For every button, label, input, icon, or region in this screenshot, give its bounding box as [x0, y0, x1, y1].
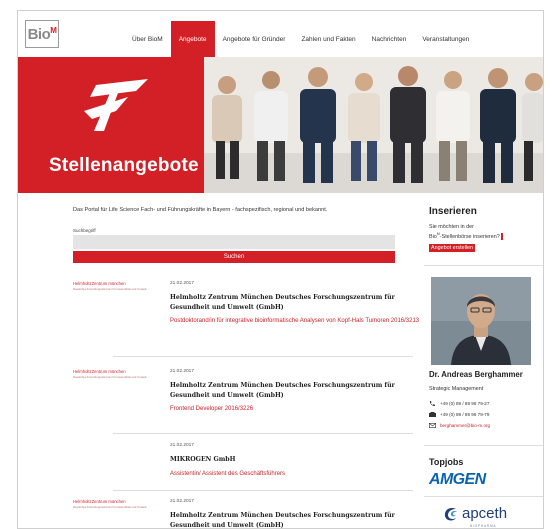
contact-email[interactable]: berghammer@bio-m.org [429, 423, 490, 429]
listing-divider [113, 490, 413, 491]
helmholtz-logo: HelmholtzZentrum münchen Deutsches Forsc… [73, 369, 147, 379]
nav-item-ueber-biom[interactable]: Über BioM [124, 21, 171, 57]
job-date: 21.02.2017 [170, 281, 195, 286]
job-organization: Helmholtz Zentrum München Deutsches Fors… [170, 294, 395, 311]
main-nav: Über BioM Angebote Angebote für Gründer … [124, 21, 477, 57]
listing-divider [113, 433, 413, 434]
amgen-logo[interactable]: AMGEN [429, 471, 486, 489]
biom-logo[interactable]: BioM [25, 20, 59, 48]
apceth-subtitle: BIOPHARMA [470, 524, 497, 528]
search-button[interactable]: Suchen [73, 251, 395, 263]
sidebar-divider [424, 496, 543, 497]
contact-name: Dr. Andreas Berghammer [429, 370, 523, 379]
job-date: 21.02.2017 [170, 443, 195, 448]
search-label: Suchbegriff [73, 228, 96, 233]
logo-text: BioM [27, 25, 57, 43]
topjobs-heading: Topjobs [429, 457, 464, 467]
nav-item-zahlen-und-fakten[interactable]: Zahlen und Fakten [293, 21, 363, 57]
hero-photo [204, 57, 543, 193]
nav-item-angebote[interactable]: Angebote [170, 21, 215, 57]
hero-title: Stellenangebote [49, 155, 199, 176]
job-title-link[interactable]: Assistentin/ Assistent des Geschäftsführ… [170, 470, 430, 479]
nav-item-angebote-fuer-gruender[interactable]: Angebote für Gründer [215, 21, 294, 57]
inserieren-heading: Inserieren [429, 206, 477, 217]
page-frame: BioM Über BioM Angebote Angebote für Grü… [17, 10, 544, 529]
apceth-logo[interactable]: apceth [444, 505, 507, 522]
hero-banner: Stellenangebote [18, 57, 543, 193]
job-organization: Helmholtz Zentrum München Deutsches Fors… [170, 382, 395, 399]
main-content: Das Portal für Life Science Fach- und Fü… [18, 193, 419, 529]
job-title-link[interactable]: Postdoktorand/in für integrative bioinfo… [170, 317, 430, 326]
intro-text: Das Portal für Life Science Fach- und Fü… [73, 207, 328, 213]
contact-fax: +49 (0) 89 / 89 96 79-79 [429, 412, 489, 417]
apceth-swirl-icon [444, 507, 457, 520]
job-title-link[interactable]: Frontend Developer 2016/3226 [170, 405, 430, 414]
sidebar-divider [424, 265, 543, 266]
job-organization: MIKROGEN GmbH [170, 456, 236, 463]
header: BioM Über BioM Angebote Angebote für Grü… [18, 11, 543, 57]
helmholtz-logo: HelmholtzZentrum münchen Deutsches Forsc… [73, 281, 147, 291]
job-date: 21.02.2017 [170, 499, 195, 504]
contact-role: Strategic Management [429, 386, 484, 392]
phone-icon [429, 401, 436, 406]
biom-swoosh-icon [84, 79, 148, 131]
sidebar: Inserieren Sie möchten in der BioM-Stelle… [418, 193, 543, 528]
fax-icon [429, 412, 436, 417]
inserieren-text: Sie möchten in der BioM-Stellenbörse inse… [429, 223, 539, 241]
nav-item-nachrichten[interactable]: Nachrichten [364, 21, 415, 57]
contact-phone: +49 (0) 89 / 89 96 79-27 [429, 401, 489, 406]
nav-item-veranstaltungen[interactable]: Veranstaltungen [414, 21, 477, 57]
listing-divider [113, 356, 413, 357]
contact-portrait [431, 277, 531, 365]
job-date: 21.02.2017 [170, 369, 195, 374]
job-organization: Helmholtz Zentrum München Deutsches Fors… [170, 512, 395, 529]
mail-icon [429, 423, 437, 429]
helmholtz-logo: HelmholtzZentrum münchen Deutsches Forsc… [73, 499, 147, 509]
angebot-erstellen-button[interactable]: Angebot erstellen [429, 244, 475, 252]
hero-red-panel: Stellenangebote [18, 57, 204, 193]
sidebar-divider [424, 445, 543, 446]
search-input[interactable] [73, 235, 395, 249]
